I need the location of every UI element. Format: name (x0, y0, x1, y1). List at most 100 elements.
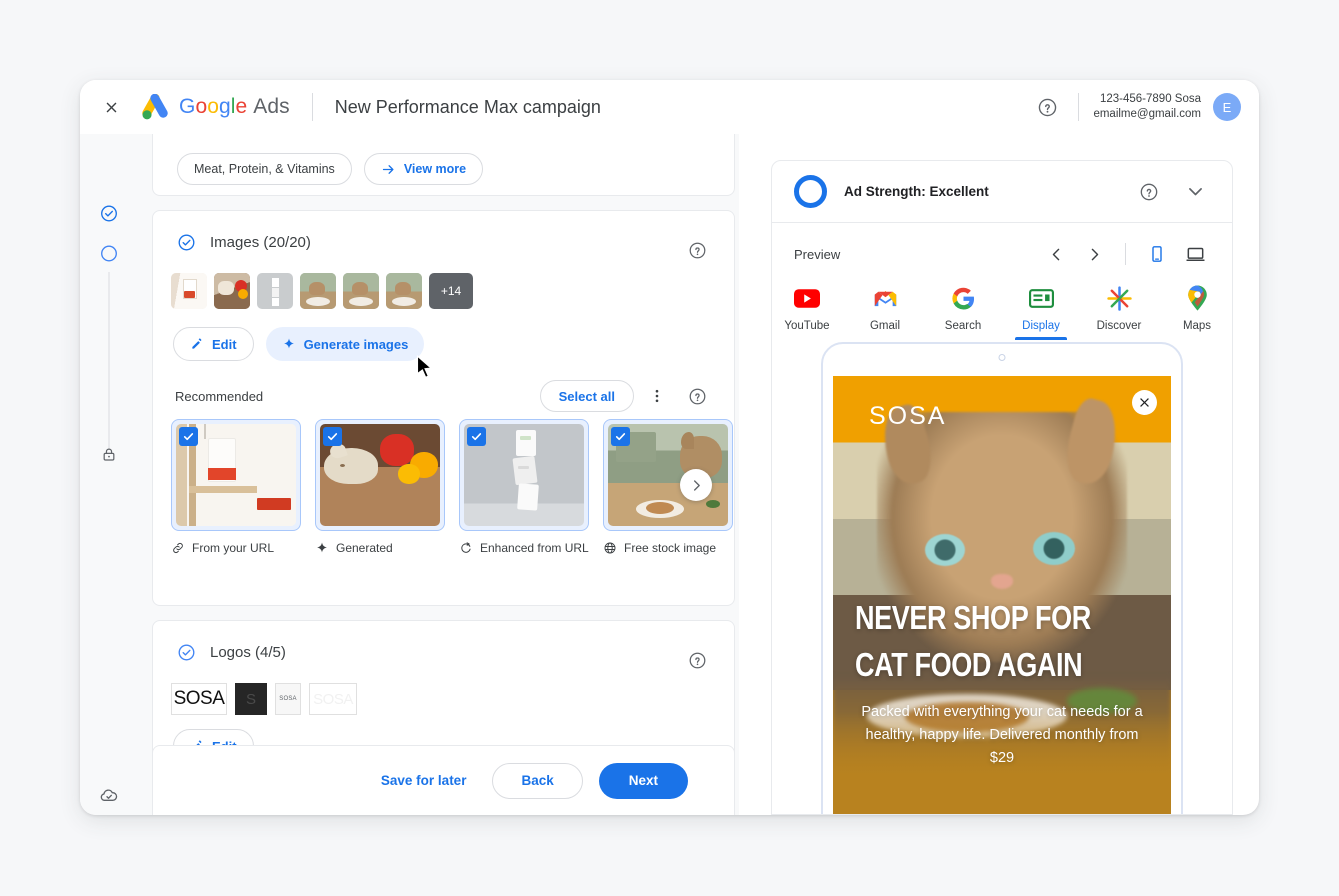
recommended-carousel[interactable]: From your URL Generated Enhanced from UR… (171, 419, 734, 579)
account-info[interactable]: 123-456-7890 Sosa emailme@gmail.com (1093, 92, 1201, 122)
image-checkbox[interactable] (179, 427, 198, 446)
edit-images-button[interactable]: Edit (173, 327, 254, 361)
image-thumbnail[interactable] (257, 273, 293, 309)
logo-thumbnail[interactable]: SOSA (171, 683, 227, 715)
back-button[interactable]: Back (492, 762, 583, 799)
recommended-actions: Select all (539, 379, 714, 413)
close-button[interactable] (94, 90, 128, 124)
collapse-panel-button[interactable] (1178, 175, 1212, 209)
images-help-button[interactable] (680, 233, 714, 267)
images-card: Images (20/20) +14 Edit Generate images … (152, 210, 735, 606)
audience-chip[interactable]: Meat, Protein, & Vitamins (177, 153, 352, 185)
preview-next-button[interactable] (1077, 237, 1111, 271)
google-g-icon (950, 285, 976, 311)
image-thumbnail[interactable] (171, 273, 207, 309)
tab-display[interactable]: Display (1015, 285, 1067, 340)
tab-label: Search (944, 320, 982, 332)
recommended-image-caption: From your URL (171, 541, 301, 555)
wizard-action-bar: Save for later Back Next (152, 745, 735, 815)
check-circle-icon (178, 644, 195, 661)
select-all-button[interactable]: Select all (539, 380, 634, 412)
preview-prev-button[interactable] (1039, 237, 1073, 271)
stepper-rail (80, 134, 138, 815)
brand-letter-g2: g (219, 95, 231, 118)
tab-maps[interactable]: Maps (1171, 285, 1223, 340)
preview-bar: Preview (772, 223, 1232, 285)
ad-brand-name: SOSA (869, 402, 947, 430)
check-icon (471, 433, 482, 441)
sidebar-item-step-current[interactable] (100, 244, 119, 268)
logo-thumbnail[interactable]: SOSA (309, 683, 357, 715)
google-ads-logo[interactable]: Google Ads (140, 94, 290, 120)
ad-headline-line-1: NEVER SHOP FOR (855, 599, 1091, 636)
tab-label: Discover (1096, 320, 1142, 332)
image-checkbox[interactable] (611, 427, 630, 446)
preview-mobile-button[interactable] (1140, 237, 1174, 271)
account-divider (1078, 93, 1080, 121)
ad-description: Packed with everything your cat needs fo… (861, 704, 1143, 766)
next-button[interactable]: Next (598, 762, 688, 799)
audience-chip-label: Meat, Protein, & Vitamins (194, 162, 335, 176)
edit-images-label: Edit (212, 336, 237, 352)
ad-strength-help-button[interactable] (1132, 175, 1166, 209)
more-images-button[interactable]: +14 (429, 273, 473, 309)
logo-thumbnail[interactable]: SOSA (275, 683, 301, 715)
check-icon (183, 433, 194, 441)
audience-card: Meat, Protein, & Vitamins View more (152, 134, 735, 196)
recommended-image-frame (315, 419, 445, 531)
ad-creative[interactable]: SOSA NEVER SHOP FOR CAT FOOD AGAIN Packe… (833, 376, 1171, 814)
top-bar: Google Ads New Performance Max campaign … (80, 80, 1259, 134)
desktop-icon (1185, 247, 1205, 261)
recommended-image-card[interactable]: Free stock image (603, 419, 733, 579)
image-thumbnail[interactable] (214, 273, 250, 309)
image-checkbox[interactable] (323, 427, 342, 446)
ad-strength-actions (1132, 175, 1212, 209)
recommended-image-caption: Enhanced from URL (459, 541, 589, 555)
view-more-button[interactable]: View more (363, 153, 484, 185)
tab-gmail[interactable]: Gmail (859, 285, 911, 340)
preview-panel: Ad Strength: Excellent Preview YouTube G… (771, 160, 1233, 815)
sidebar-item-step-complete[interactable] (100, 204, 119, 228)
check-icon (327, 433, 338, 441)
recommended-image-frame (171, 419, 301, 531)
preview-desktop-button[interactable] (1178, 237, 1212, 271)
recommended-more-button[interactable] (640, 379, 674, 413)
close-icon (1140, 398, 1149, 407)
more-images-count: +14 (440, 284, 462, 298)
selected-images-strip: +14 (171, 273, 473, 309)
image-thumbnail[interactable] (300, 273, 336, 309)
generate-images-button[interactable]: Generate images (265, 327, 425, 361)
recommended-image-card[interactable]: From your URL (171, 419, 301, 579)
phone-camera-dot (998, 354, 1006, 361)
ad-close-button[interactable] (1132, 390, 1157, 415)
body-area: Meat, Protein, & Vitamins View more Imag… (80, 134, 1259, 815)
sidebar-item-step-locked[interactable] (101, 446, 118, 468)
image-thumbnail[interactable] (343, 273, 379, 309)
tab-discover[interactable]: Discover (1093, 285, 1145, 340)
ad-headline: NEVER SHOP FOR CAT FOOD AGAIN (855, 594, 1096, 688)
link-icon (173, 542, 183, 554)
help-circle-icon (689, 242, 705, 258)
chip-row: Meat, Protein, & Vitamins View more (177, 153, 484, 185)
tab-search[interactable]: Search (937, 285, 989, 340)
image-checkbox[interactable] (467, 427, 486, 446)
logo-thumbnail[interactable]: S (235, 683, 267, 715)
avatar[interactable]: E (1213, 93, 1241, 121)
image-thumbnail[interactable] (386, 273, 422, 309)
recommended-image-card[interactable]: Generated (315, 419, 445, 579)
recommended-image-card[interactable]: Enhanced from URL (459, 419, 589, 579)
caption-text: From your URL (192, 541, 275, 555)
save-for-later-button[interactable]: Save for later (371, 773, 477, 788)
carousel-next-button[interactable] (680, 469, 712, 501)
ads-triangle-icon (142, 94, 168, 120)
recommended-help-button[interactable] (680, 379, 714, 413)
header-divider (311, 93, 313, 121)
gmail-icon (872, 285, 898, 311)
brand-letter-o2: o (207, 95, 219, 118)
tab-youtube[interactable]: YouTube (781, 285, 833, 340)
check-icon (615, 433, 626, 441)
help-button[interactable] (1030, 90, 1064, 124)
logos-help-button[interactable] (680, 643, 714, 677)
saved-to-cloud-indicator[interactable] (99, 785, 119, 810)
brand-ads-word: Ads (253, 95, 290, 118)
